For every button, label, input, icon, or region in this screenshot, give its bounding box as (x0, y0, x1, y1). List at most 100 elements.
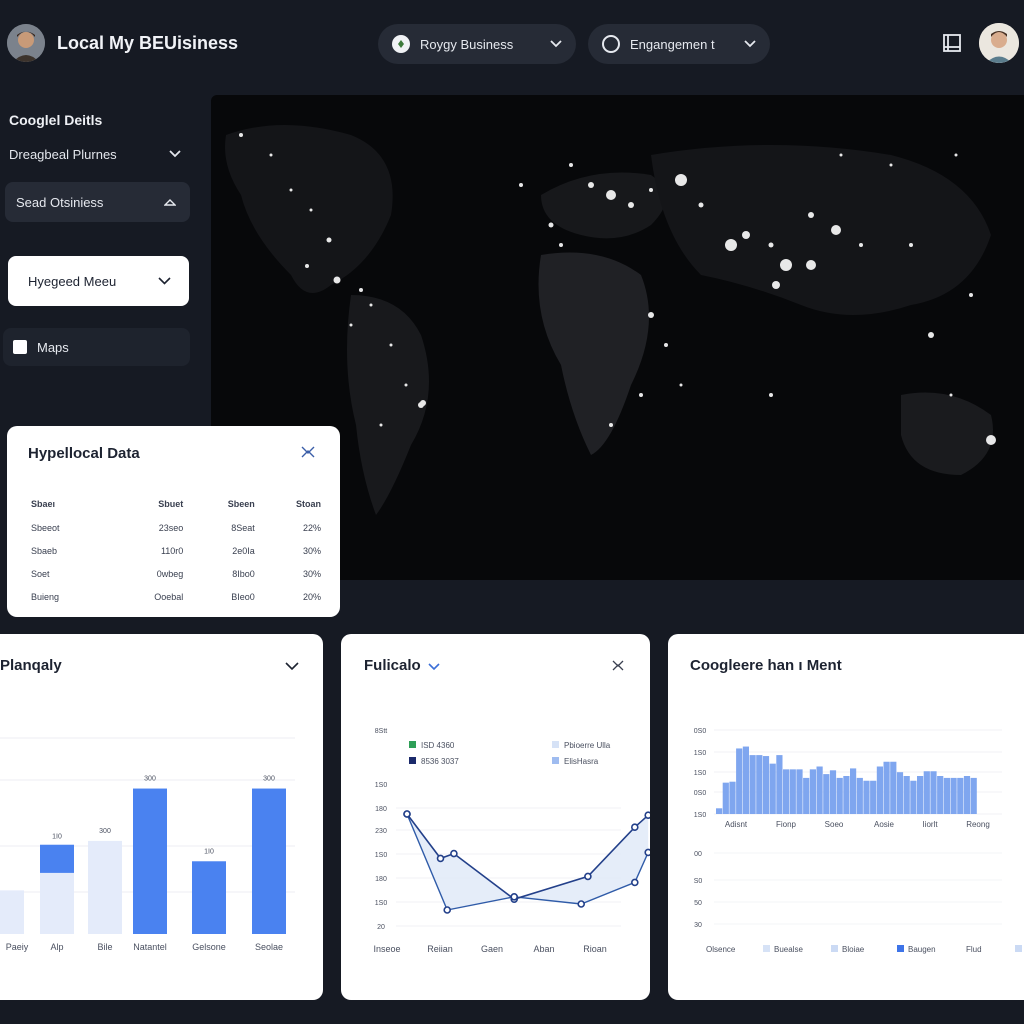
histogram-bar (870, 780, 877, 814)
data-point (443, 906, 451, 914)
y-tick-label: 0S0 (694, 728, 707, 735)
data-point (436, 854, 445, 863)
table-cell: Buieng (31, 591, 60, 602)
table-row[interactable]: Sbaeb 110r0 2e0Ia 30% (31, 539, 321, 562)
user-avatar[interactable] (979, 23, 1019, 63)
legend-swatch (763, 945, 770, 952)
bar (88, 840, 122, 934)
book-icon[interactable] (942, 34, 962, 52)
histogram-bar (823, 774, 830, 814)
y-tick-label: 1S0 (694, 812, 707, 819)
table-cell: Ooebal (154, 591, 184, 602)
histogram-bar (836, 777, 843, 814)
chevron-up-icon (164, 199, 176, 206)
legend-swatch (552, 757, 559, 764)
sidebar-item-business[interactable]: Sead Otsiniess (5, 182, 190, 222)
legend-swatch (552, 741, 559, 748)
y-tick-label: 1S0 (694, 750, 707, 757)
histogram-bar (970, 777, 977, 814)
histogram-bar (896, 772, 904, 814)
histogram-bar (769, 763, 776, 814)
histogram-bar (963, 776, 971, 814)
table-cell: 30% (302, 568, 321, 579)
x-tick-label: Soeo (825, 820, 844, 829)
histogram-bar (876, 766, 883, 814)
x-tick-label: Alp (50, 942, 63, 952)
y-tick-label: 00 (694, 851, 702, 858)
y-tick-label: 230 (375, 828, 387, 835)
histogram-bar (957, 777, 964, 814)
table-cell: 8Seat (231, 522, 255, 533)
x-tick-label: Natantel (133, 942, 167, 952)
y-tick-label: 8Stt (375, 728, 388, 735)
maps-toggle[interactable]: Maps (3, 328, 190, 366)
table-header-row: Sbaeı Sbuet Sbeen Stoan (31, 492, 321, 516)
data-point (584, 872, 592, 881)
histogram-bar (816, 766, 823, 814)
business-selector[interactable]: Roygy Business (378, 24, 576, 64)
histogram-bar (729, 781, 736, 814)
histogram-bar (863, 780, 870, 814)
legend-label: Buealse (774, 945, 803, 954)
data-point (630, 878, 639, 887)
x-tick-label: Iiorlt (922, 820, 938, 829)
data-label: 1I0 (52, 834, 62, 841)
x-tick-label: Fionp (776, 820, 797, 829)
top-header: Local My BEUisiness Roygy Business Engan… (0, 0, 1024, 88)
business-selector-label: Roygy Business (420, 36, 514, 52)
histogram-bar (843, 776, 850, 814)
bar (192, 861, 226, 934)
x-tick-label: Rioan (583, 944, 607, 954)
sidebar-dropdown[interactable]: Dreagbeal Plurnes (9, 142, 181, 166)
close-icon[interactable] (300, 444, 316, 460)
legend-label: ElisHasra (564, 757, 599, 766)
table-row[interactable]: Buieng Ooebal BIeo0 20% (31, 585, 321, 608)
y-tick-label: 1S0 (694, 770, 707, 777)
maps-checkbox-label: Maps (37, 339, 69, 355)
data-label: 300 (263, 776, 275, 783)
bar (252, 788, 286, 934)
table-cell: 8Ibo0 (232, 568, 255, 579)
sidebar-heading: Cooglel Deitls (9, 112, 103, 128)
table-cell: Sbaeb (31, 545, 58, 556)
legend-swatch (409, 741, 416, 748)
table-cell: 20% (302, 591, 321, 602)
table-row[interactable]: Soet 0wbeg 8Ibo0 30% (31, 562, 321, 585)
sidebar-select[interactable]: Hyegeed Meeu (8, 256, 189, 306)
histogram-bar (736, 748, 743, 814)
legend-swatch (1015, 945, 1022, 952)
histogram-chart: 0S0 1S0 1S0 0S0 1S0 Adisnt Fionp Soeo Aosie Iiorl… (694, 728, 1022, 954)
table-cell: Sbeeot (31, 522, 60, 533)
ring-icon (602, 35, 620, 53)
data-label: 1I0 (204, 848, 214, 855)
x-tick-label: Reiian (427, 944, 453, 954)
x-tick-label: Reong (966, 820, 990, 829)
table-row[interactable]: Sbeeot 23seo 8Seat 22% (31, 516, 321, 539)
table-cell: 30% (302, 545, 321, 556)
engagement-selector[interactable]: Engangemen t (588, 24, 770, 64)
data-card-title: Hypellocal Data (28, 445, 140, 462)
app-avatar[interactable] (7, 24, 45, 62)
legend-label: Olsence (706, 945, 736, 954)
legend-swatch (409, 757, 416, 764)
y-tick-label: S0 (694, 878, 703, 885)
chevron-down-icon (550, 40, 562, 48)
histogram-bar (762, 756, 770, 814)
table-cell: 23seo (158, 522, 184, 533)
data-point (630, 823, 639, 831)
sidebar-dropdown-label: Dreagbeal Plurnes (9, 146, 117, 162)
histogram-card: Coogleere han ı Ment 0S0 1S0 1S0 0S0 1S0 Adis… (668, 634, 1024, 1000)
column-header: Stoan (295, 499, 321, 509)
histogram-bar (789, 769, 796, 814)
bar-chart: Paeiy 1I0 Alp 300 Bile 300 Natantel 1I0 Gelsone 3… (0, 737, 295, 952)
histogram-bar (716, 808, 723, 814)
maps-checkbox[interactable] (13, 340, 27, 354)
x-tick-label: Paeiy (6, 942, 29, 952)
data-point (450, 849, 458, 858)
y-tick-label: 1S0 (375, 782, 388, 789)
legend-label: Bloiae (842, 945, 865, 954)
legend-swatch (897, 945, 904, 952)
engagement-selector-label: Engangemen t (630, 36, 715, 52)
legend-label: Baugen (908, 945, 936, 954)
histogram-bar (930, 771, 937, 814)
